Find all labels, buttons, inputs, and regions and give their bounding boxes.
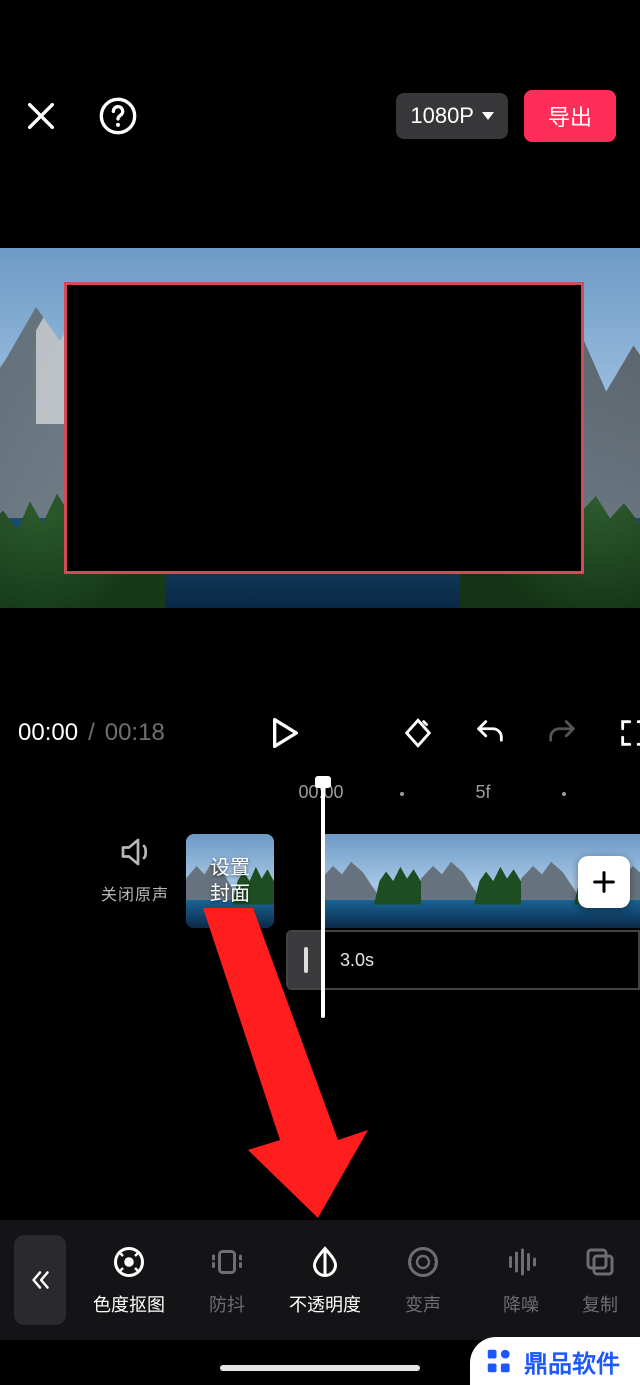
toolbar-item-label: 降噪 (503, 1291, 539, 1317)
toolbar-item-chroma-key[interactable]: 色度抠图 (80, 1243, 178, 1317)
fullscreen-icon (617, 716, 640, 750)
toolbar-item-duplicate[interactable]: 复制 (570, 1243, 630, 1317)
current-time: 00:00 (18, 719, 78, 747)
toolbar-item-label: 复制 (582, 1291, 618, 1317)
cover-label: 设置 封面 (210, 855, 250, 907)
mute-original-sound-button[interactable]: 关闭原声 (92, 834, 178, 905)
duration: 00:18 (105, 719, 165, 747)
chevron-down-icon (482, 112, 494, 120)
header-left-group (24, 96, 138, 136)
playhead[interactable] (321, 782, 325, 1018)
play-button[interactable] (263, 713, 303, 753)
toolbar-item-label: 不透明度 (289, 1291, 361, 1317)
time-separator: / (88, 719, 95, 747)
overlay-duration: 3.0s (340, 950, 374, 971)
toolbar-item-label: 变声 (405, 1291, 441, 1317)
resolution-selector[interactable]: 1080P (396, 93, 508, 139)
transport-bar: 00:00 / 00:18 (0, 700, 640, 766)
fullscreen-button[interactable] (617, 716, 640, 750)
toolbar-item-stabilize[interactable]: 防抖 (178, 1243, 276, 1317)
add-clip-button[interactable] (578, 856, 630, 908)
redo-button[interactable] (545, 716, 579, 750)
ruler-tick (400, 792, 404, 796)
undo-button[interactable] (473, 716, 507, 750)
ruler-label: 5f (475, 782, 490, 803)
close-button[interactable] (24, 99, 58, 133)
speaker-icon (117, 834, 153, 870)
help-icon (98, 96, 138, 136)
voice-change-icon (405, 1244, 441, 1280)
play-icon (263, 713, 303, 753)
stabilize-icon (209, 1244, 245, 1280)
watermark-logo-icon (484, 1346, 514, 1376)
set-cover-button[interactable]: 设置 封面 (186, 834, 274, 928)
effect-toolbar: 色度抠图 防抖 不透明度 变声 降噪 复制 (0, 1220, 640, 1340)
keyframe-icon (401, 716, 435, 750)
overlay-clip[interactable]: 3.0s (286, 930, 640, 990)
denoise-icon (503, 1244, 539, 1280)
export-label: 导出 (548, 105, 592, 130)
toolbar-item-label: 防抖 (209, 1291, 245, 1317)
video-preview[interactable] (0, 248, 640, 608)
timeline[interactable]: 00:00 5f 关闭原声 设置 封面 3.0s (0, 782, 640, 1202)
redo-icon (545, 716, 579, 750)
watermark-text: 鼎品软件 (524, 1344, 620, 1379)
main-track: 关闭原声 设置 封面 (0, 834, 640, 930)
home-indicator[interactable] (220, 1365, 420, 1371)
toolbar-item-denoise[interactable]: 降噪 (472, 1243, 570, 1317)
opacity-icon (307, 1244, 343, 1280)
editor-header: 1080P 导出 (0, 84, 640, 148)
clip-thumbnail (421, 834, 521, 928)
toolbar-item-opacity[interactable]: 不透明度 (276, 1243, 374, 1317)
export-button[interactable]: 导出 (524, 90, 616, 142)
clip-trim-handle-left[interactable] (288, 932, 324, 988)
undo-icon (473, 716, 507, 750)
keyframe-button[interactable] (401, 716, 435, 750)
duplicate-icon (582, 1244, 618, 1280)
ruler-tick (562, 792, 566, 796)
plus-icon (590, 868, 618, 896)
toolbar-back-button[interactable] (14, 1235, 66, 1325)
selected-overlay-bounds[interactable] (64, 282, 584, 574)
toolbar-item-label: 色度抠图 (93, 1291, 165, 1317)
clip-thumbnail (321, 834, 421, 928)
chroma-key-icon (111, 1244, 147, 1280)
mute-label: 关闭原声 (92, 881, 178, 905)
toolbar-item-voice-change[interactable]: 变声 (374, 1243, 472, 1317)
resolution-label: 1080P (410, 103, 474, 129)
time-display: 00:00 / 00:18 (18, 719, 165, 747)
chevrons-left-icon (27, 1267, 53, 1293)
close-icon (24, 99, 58, 133)
help-button[interactable] (98, 96, 138, 136)
watermark-badge: 鼎品软件 (470, 1337, 640, 1385)
toolbar-items: 色度抠图 防抖 不透明度 变声 降噪 复制 (66, 1243, 640, 1317)
